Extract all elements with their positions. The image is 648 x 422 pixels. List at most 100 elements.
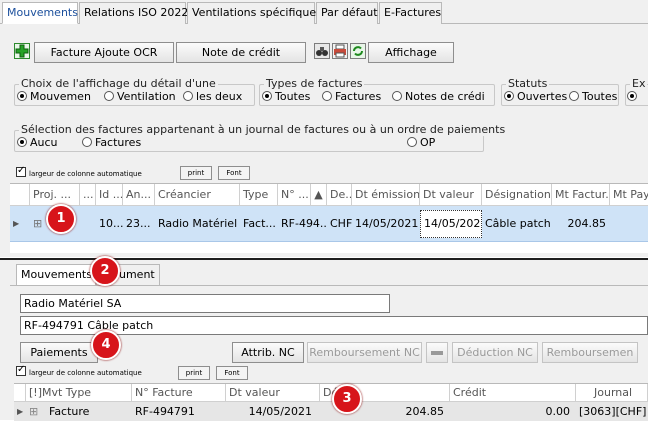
font-button[interactable]: Font: [218, 166, 250, 180]
creancier-field[interactable]: Radio Matériel SA: [20, 294, 390, 313]
radio-dot[interactable]: [262, 91, 272, 101]
cell-id[interactable]: 10...: [96, 206, 123, 241]
cell-credit[interactable]: 0.00: [450, 402, 572, 421]
col-proj[interactable]: Proj. ...: [30, 184, 80, 205]
tab-ventilations[interactable]: Ventilations spécifiques: [187, 2, 322, 24]
radio-aucun[interactable]: Aucu: [17, 136, 58, 149]
col-n-facture[interactable]: N° Facture: [132, 384, 226, 401]
radio-dot[interactable]: [17, 91, 27, 101]
radio-notes-credit[interactable]: Notes de crédi: [392, 90, 485, 103]
header-selector: [14, 384, 26, 401]
radio-dot[interactable]: [104, 91, 114, 101]
radio-journal-factures[interactable]: Factures: [82, 136, 141, 149]
radio-dot[interactable]: [82, 137, 92, 147]
col-creancier[interactable]: Créancier: [155, 184, 240, 205]
facture-ocr-button[interactable]: Facture Ajoute OCR: [34, 42, 174, 63]
radio-dot[interactable]: [183, 91, 193, 101]
table-row[interactable]: ▶ ⊞ Facture RF-494791 14/05/2021 204.85 …: [14, 402, 648, 421]
note-credit-button[interactable]: Note de crédit: [176, 42, 306, 63]
tab-lower-mouvements[interactable]: Mouvements: [16, 264, 96, 286]
radio-dot[interactable]: [17, 137, 27, 147]
radio-dot[interactable]: [407, 137, 417, 147]
col-id[interactable]: Id ...: [96, 184, 123, 205]
cell-dt-valeur[interactable]: 14/05/2021: [226, 402, 316, 421]
cell-numero[interactable]: RF-494...: [278, 206, 327, 241]
col-mvt-type[interactable]: [!]Mvt Type: [26, 384, 132, 401]
cell-devise[interactable]: CHF: [327, 206, 352, 241]
cell-n-facture[interactable]: RF-494791: [132, 402, 226, 421]
tab-e-factures[interactable]: E-Factures: [379, 2, 442, 24]
col-type[interactable]: Type: [240, 184, 278, 205]
radio-label: Notes de crédi: [405, 90, 485, 103]
cell-dt-valeur[interactable]: 14/05/2021: [420, 210, 482, 238]
checkbox-box[interactable]: [16, 165, 26, 177]
sort-ascending-icon[interactable]: ▲: [311, 184, 327, 205]
printer-icon[interactable]: [332, 43, 348, 59]
tab-relations-iso[interactable]: Relations ISO 2022: [79, 2, 188, 24]
affichage-button[interactable]: Affichage: [368, 42, 454, 63]
cell-designation[interactable]: Câble patch: [482, 206, 552, 241]
col-devise[interactable]: De...: [327, 184, 352, 205]
cell-dots[interactable]: [80, 206, 96, 241]
col-mt-paye[interactable]: Mt Payé: [610, 184, 648, 205]
radio-label: Toutes: [275, 90, 311, 103]
cell-mt-paye[interactable]: [610, 206, 648, 241]
font-button-lower[interactable]: Font: [216, 366, 248, 380]
remboursement-nc-button[interactable]: Remboursement NC: [307, 342, 422, 363]
col-credit[interactable]: Crédit: [450, 384, 576, 401]
radio-label: Factures: [95, 136, 142, 149]
cell-mvt-type[interactable]: Facture: [46, 402, 132, 421]
remboursement-button[interactable]: Remboursemen: [542, 342, 638, 363]
grid-header: [!]Mvt Type N° Facture Dt valeur Déb Cré…: [14, 384, 648, 402]
auto-width-checkbox[interactable]: largeur de colonne automatique: [16, 165, 142, 178]
print-button-lower[interactable]: print: [178, 366, 210, 380]
radio-ventilation[interactable]: Ventilation: [104, 90, 176, 103]
add-plus-icon[interactable]: [14, 43, 30, 59]
cell-an[interactable]: 23...: [123, 206, 155, 241]
deduction-nc-button[interactable]: Déduction NC: [452, 342, 538, 363]
radio-op[interactable]: OP: [407, 136, 435, 149]
cell-mt-facture[interactable]: 204.85: [552, 206, 607, 241]
radio-mouvement[interactable]: Mouvemen: [17, 90, 91, 103]
radio-dot[interactable]: [322, 91, 332, 101]
radio-factures[interactable]: Factures: [322, 90, 381, 103]
radio-dot[interactable]: [392, 91, 402, 101]
radio-label: Mouvemen: [30, 90, 91, 103]
expand-icon[interactable]: ⊞: [26, 402, 44, 421]
checkbox-box[interactable]: [16, 364, 26, 376]
print-button[interactable]: print: [180, 166, 212, 180]
radio-dot[interactable]: [504, 91, 514, 101]
cell-dt-emission[interactable]: 14/05/2021: [352, 206, 420, 241]
refresh-icon[interactable]: [350, 43, 366, 59]
radio-dot[interactable]: [627, 91, 637, 101]
col-mt-facture[interactable]: Mt Factur...: [552, 184, 610, 205]
col-dt-emission[interactable]: Dt émission: [352, 184, 420, 205]
cell-creancier[interactable]: Radio Matériel ...: [155, 206, 240, 241]
cell-journal[interactable]: [3063][CHF] 2: [576, 402, 648, 421]
paiements-button[interactable]: Paiements: [20, 342, 98, 363]
binoculars-icon[interactable]: [314, 43, 330, 59]
col-journal[interactable]: Journal: [576, 384, 648, 401]
badge-3: 3: [332, 384, 362, 414]
radio-ouvertes[interactable]: Ouvertes: [504, 90, 567, 103]
minus-icon[interactable]: [426, 342, 448, 363]
cell-type[interactable]: Fact...: [240, 206, 278, 241]
radio-les-deux[interactable]: les deux: [183, 90, 242, 103]
col-numero[interactable]: N° ...: [278, 184, 311, 205]
radio-toutes[interactable]: Toutes: [262, 90, 310, 103]
tab-mouvements[interactable]: Mouvements: [2, 2, 78, 24]
auto-width-checkbox-lower[interactable]: largeur de colonne automatique: [16, 364, 142, 377]
col-dots[interactable]: ...: [80, 184, 96, 205]
col-an[interactable]: An...: [123, 184, 155, 205]
col-designation[interactable]: Désignation: [482, 184, 552, 205]
radio-dot[interactable]: [569, 91, 579, 101]
attrib-nc-button[interactable]: Attrib. NC: [232, 342, 304, 363]
table-row[interactable]: ▶ ⊞ 10... 23... Radio Matériel ... Fact.…: [10, 206, 648, 242]
selection-journal-title: Sélection des factures appartenant à un …: [19, 123, 508, 136]
col-dt-valeur[interactable]: Dt valeur: [420, 184, 482, 205]
tab-par-defaut[interactable]: Par défaut: [316, 2, 378, 24]
radio-statut-toutes[interactable]: Toutes: [569, 90, 617, 103]
radio-extra[interactable]: [627, 90, 640, 103]
col-dt-valeur-mvt[interactable]: Dt valeur: [226, 384, 320, 401]
top-tab-bar: Mouvements Relations ISO 2022 Ventilatio…: [0, 0, 648, 24]
